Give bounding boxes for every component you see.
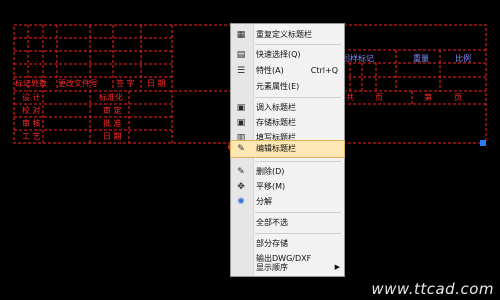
menu-item-move[interactable]: ✥ 平移(M)	[231, 179, 344, 195]
menu-item-delete[interactable]: ✎ 删除(D)	[231, 164, 344, 180]
quick-select-icon: ▤	[236, 50, 246, 60]
menu-separator	[255, 212, 341, 213]
menu-item-quick-select[interactable]: ▤ 快速选择(Q)	[231, 47, 344, 63]
row-label: 设 计	[22, 93, 41, 102]
menu-item-label: 删除(D)	[256, 167, 285, 176]
menu-item-deselect-all[interactable]: 全部不选	[231, 215, 344, 231]
menu-item-label: 编辑标题栏	[256, 144, 296, 153]
menu-item-load-titleblock[interactable]: ▣ 调入标题栏	[231, 100, 344, 116]
page-count-cell: 第	[424, 93, 432, 102]
menu-item-element-attributes[interactable]: 元素属性(E)	[231, 79, 344, 95]
right-header-cell: 比例	[455, 54, 471, 63]
menu-separator	[255, 233, 341, 234]
row-label: 批 准	[103, 119, 122, 128]
row-label: 日 期	[103, 132, 122, 141]
menu-item-label: 重复定义标题栏	[256, 30, 312, 39]
header-cell: 日 期	[147, 79, 166, 88]
menu-separator	[255, 97, 341, 98]
right-header-cell: 重量	[413, 54, 429, 63]
move-icon: ✥	[237, 182, 245, 192]
header-cell: 标记	[15, 79, 31, 88]
save-titleblock-icon: ▣	[236, 118, 246, 128]
page-count-cell: 共	[346, 93, 354, 102]
redefine-icon: ▦	[236, 30, 246, 40]
header-cell: 处数	[31, 79, 47, 88]
row-label: 工 艺	[22, 132, 41, 141]
row-label: 审 定	[103, 106, 122, 115]
menu-item-label: 快速选择(Q)	[256, 50, 301, 59]
context-menu: ▦ 重复定义标题栏 ▤ 快速选择(Q) ☰ 特性(A) Ctrl+Q 元素属性(…	[230, 23, 345, 277]
submenu-arrow-icon: ▶	[334, 263, 340, 271]
menu-item-properties[interactable]: ☰ 特性(A) Ctrl+Q	[231, 63, 344, 79]
page-count-cell: 页	[375, 93, 383, 102]
header-cell: 更改文件号	[58, 79, 98, 88]
menu-item-redefine-titleblock[interactable]: ▦ 重复定义标题栏	[231, 27, 344, 43]
menu-item-label: 调入标题栏	[256, 103, 296, 112]
edit-titleblock-icon: ✎	[237, 144, 245, 154]
menu-item-label: 分解	[256, 197, 272, 206]
explode-icon: ✺	[237, 197, 245, 207]
menu-item-label: 存储标题栏	[256, 118, 296, 127]
delete-icon: ✎	[237, 167, 245, 177]
menu-item-edit-titleblock[interactable]: ✎ 编辑标题栏	[230, 140, 345, 158]
right-header-cell: 图样标记	[342, 54, 374, 63]
menu-item-label: 全部不选	[256, 218, 288, 227]
row-label: 校 对	[22, 106, 41, 115]
menu-item-partial-save[interactable]: 部分存储	[231, 236, 344, 252]
menu-separator	[255, 44, 341, 45]
menu-item-label: 显示顺序	[256, 263, 288, 272]
menu-separator	[255, 161, 341, 162]
row-label: 审 核	[22, 119, 41, 128]
load-titleblock-icon: ▣	[236, 103, 246, 113]
menu-item-save-titleblock[interactable]: ▣ 存储标题栏	[231, 115, 344, 131]
menu-item-explode[interactable]: ✺ 分解	[231, 194, 344, 210]
menu-item-label: 部分存储	[256, 239, 288, 248]
menu-item-shortcut: Ctrl+Q	[310, 66, 338, 75]
selection-grip[interactable]	[480, 140, 486, 146]
menu-item-label: 元素属性(E)	[256, 82, 300, 91]
properties-icon: ☰	[236, 66, 246, 76]
menu-item-display-order[interactable]: 显示顺序 ▶	[231, 260, 344, 276]
header-cell: 签 字	[116, 79, 135, 88]
page-count-cell: 页	[454, 93, 462, 102]
watermark-text: www.ttcad.com	[371, 280, 494, 298]
row-label: 标准化	[99, 93, 123, 102]
menu-item-label: 平移(M)	[256, 182, 286, 191]
menu-item-label: 特性(A)	[256, 66, 284, 75]
